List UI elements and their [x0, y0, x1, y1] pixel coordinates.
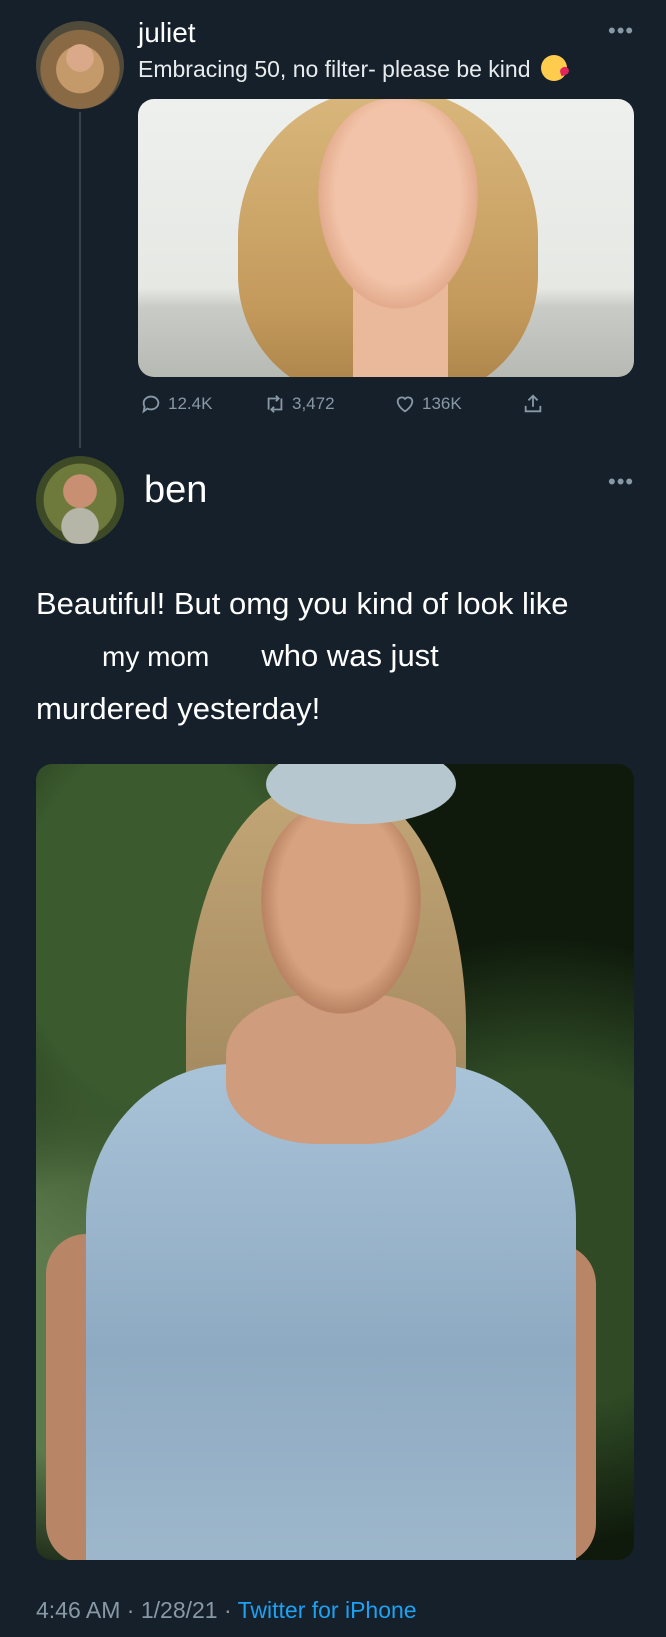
author-name-juliet[interactable]: juliet [138, 16, 196, 50]
tweet-text-juliet-body: Embracing 50, no filter- please be kind [138, 56, 531, 82]
tweet-metadata: 4:46 AM · 1/28/21 · Twitter for iPhone [36, 1595, 417, 1625]
avatar-juliet[interactable] [36, 21, 124, 109]
thread-connector [79, 112, 81, 448]
tweet-actions: 12.4K 3,472 136K [140, 393, 560, 421]
retweet-icon [267, 395, 283, 413]
avatar-ben[interactable] [36, 456, 124, 544]
like-count: 136K [422, 394, 462, 413]
share-icon [524, 394, 542, 413]
like-button[interactable]: 136K [394, 393, 462, 415]
tweet-text-line-2: my mom who was just [36, 630, 636, 683]
tweet-time: 4:46 AM [36, 1597, 121, 1623]
tweet-image-ben[interactable] [36, 764, 634, 1560]
reply-icon [142, 395, 160, 414]
tweet-text-line-3: murdered yesterday! [36, 691, 321, 726]
separator: · [120, 1597, 141, 1623]
retweet-button[interactable]: 3,472 [264, 393, 335, 415]
tweet-text-ben: Beautiful! But omg you kind of look like… [36, 578, 636, 735]
tweet-image-juliet[interactable] [138, 99, 634, 377]
tweet-text-line-1: Beautiful! But omg you kind of look like [36, 586, 569, 621]
reply-button[interactable]: 12.4K [140, 393, 212, 415]
author-name-ben[interactable]: ben [144, 468, 207, 512]
more-icon[interactable]: ••• [608, 20, 634, 42]
more-icon[interactable]: ••• [608, 471, 634, 493]
reply-count: 12.4K [168, 394, 213, 413]
tweet-source-link[interactable]: Twitter for iPhone [238, 1597, 417, 1623]
tweet-text-line-2-rest: who was just [261, 638, 439, 673]
retweet-count: 3,472 [292, 394, 335, 413]
tweet-text-juliet: Embracing 50, no filter- please be kind [138, 54, 567, 84]
share-button[interactable] [522, 393, 544, 415]
tweet-date: 1/28/21 [140, 1597, 218, 1623]
tweet-text-my-mom: my mom [102, 641, 210, 672]
kiss-emoji-icon [540, 55, 567, 81]
separator: · [217, 1597, 238, 1623]
like-icon [396, 396, 414, 413]
